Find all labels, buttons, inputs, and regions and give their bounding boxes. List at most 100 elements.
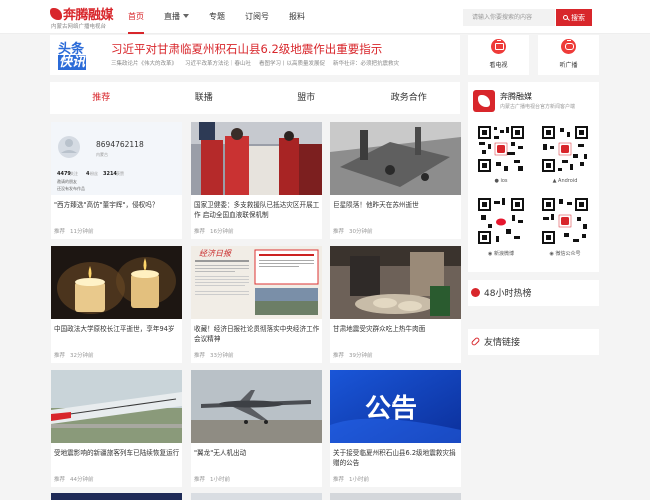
- qr-label-weibo: ◉ 新浪微博: [488, 251, 514, 257]
- article-title: 受地震影响的新疆旅客列车已陆续恢复运行: [54, 449, 180, 457]
- article-card[interactable]: 受地震影响的新疆旅客列车已陆续恢复运行 推荐 44分钟前: [51, 370, 182, 487]
- svg-text:8694762118: 8694762118: [96, 140, 144, 149]
- site-header: 奔腾融媒 内蒙古网络广播电视台 首页 直播 专题 订阅号 报料 搜索: [0, 0, 650, 34]
- article-thumbnail: 8694762118 内蒙古 4479 关注 4 粉丝 3214 获赞 邀请的朋…: [51, 122, 182, 195]
- article-thumbnail: [330, 246, 461, 319]
- headline-sub-link[interactable]: 习近平改革方法论｜春山吐: [185, 61, 251, 67]
- svg-text:粉丝: 粉丝: [90, 170, 98, 176]
- qr-label-ios: ● ios: [494, 178, 508, 184]
- headline-badge: 头条 快讯: [58, 42, 87, 70]
- article-title: "翼龙"无人机出动: [194, 449, 247, 457]
- nav-item-topics[interactable]: 专题: [209, 0, 225, 34]
- article-card[interactable]: 8694762118 内蒙古 4479 关注 4 粉丝 3214 获赞 邀请的朋…: [51, 122, 182, 239]
- tab-government[interactable]: 政务合作: [358, 82, 461, 114]
- article-meta: 推荐 16分钟前: [194, 229, 234, 235]
- app-description: 内蒙古广播电视台官方新闻客户端: [500, 104, 576, 110]
- fire-icon: [471, 288, 480, 297]
- nav-item-live[interactable]: 直播: [164, 0, 189, 34]
- search-input[interactable]: [463, 9, 555, 26]
- article-meta: 推荐 1小时前: [194, 477, 231, 483]
- watch-tv-button[interactable]: 看电视: [468, 35, 529, 75]
- svg-text:内蒙古: 内蒙古: [96, 151, 108, 157]
- article-meta: 推荐 1小时前: [333, 477, 370, 483]
- search-icon: [563, 15, 568, 20]
- svg-text:获赞: 获赞: [116, 170, 124, 176]
- article-card[interactable]: [191, 493, 322, 500]
- headline-sub-link[interactable]: 三集政论片《伟大的改革》: [111, 61, 177, 67]
- article-thumbnail: 经济日报: [191, 246, 322, 319]
- app-logo-icon: [473, 90, 495, 112]
- nav-item-home[interactable]: 首页: [128, 0, 144, 34]
- article-meta: 推荐 39分钟前: [333, 353, 373, 359]
- main-nav: 首页 直播 专题 订阅号 报料: [128, 0, 325, 34]
- headline-title[interactable]: 习近平对甘肃临夏州积石山县6.2级地震作出重要指示: [111, 41, 382, 57]
- svg-text:公告: 公告: [365, 394, 417, 424]
- article-card[interactable]: [51, 493, 182, 500]
- article-card[interactable]: [330, 493, 461, 500]
- radio-icon: [561, 39, 576, 54]
- article-title: 巨星陨落！他昨天在苏州逝世: [333, 201, 419, 209]
- chevron-down-icon: [183, 14, 189, 18]
- article-meta: 推荐 44分钟前: [54, 477, 94, 483]
- hot-list-section[interactable]: 48小时热榜: [468, 280, 599, 306]
- qr-code-ios: [476, 124, 526, 174]
- brand-name: 奔腾融媒: [63, 8, 114, 23]
- article-thumbnail: [191, 493, 322, 500]
- qr-code-weibo: [476, 196, 526, 246]
- search-button[interactable]: 搜索: [556, 9, 592, 26]
- svg-text:还没有发布作品: 还没有发布作品: [57, 185, 85, 191]
- article-title: "西方臻选"高仿"董宇辉"，侵权吗？: [54, 201, 159, 209]
- qr-label-android: ▲ Android: [552, 178, 578, 184]
- app-download-panel: 奔腾融媒 内蒙古广播电视台官方新闻客户端 ● ios ▲ Android ◉ 新…: [468, 82, 599, 272]
- headline-banner: 头条 快讯 习近平对甘肃临夏州积石山县6.2级地震作出重要指示 三集政论片《伟大…: [50, 35, 460, 75]
- link-icon: [470, 336, 481, 347]
- headline-sub-link[interactable]: 看图学习丨以高质量发展促: [259, 61, 325, 67]
- article-title: 国家卫健委：多支救援队已抵达灾区开展工作 启动全国血液联保机制: [194, 201, 320, 219]
- article-card[interactable]: 经济日报 收藏！经济日报社论贯彻落实中央经济工作会议精神 推荐 33分钟前: [191, 246, 322, 363]
- qr-code-android: [540, 124, 590, 174]
- article-card[interactable]: 中国政法大学原校长江平逝世，享年94岁 推荐 32分钟前: [51, 246, 182, 363]
- article-card[interactable]: 巨星陨落！他昨天在苏州逝世 推荐 30分钟前: [330, 122, 461, 239]
- listen-radio-button[interactable]: 听广播: [538, 35, 599, 75]
- article-card[interactable]: 公告 关于接受临夏州积石山县6.2级地震救灾捐赠的公告 推荐 1小时前: [330, 370, 461, 487]
- article-thumbnail: [51, 370, 182, 443]
- category-tabs: 推荐 联播 盟市 政务合作: [50, 82, 460, 114]
- friendly-links-section[interactable]: 友情链接: [468, 329, 599, 355]
- tab-broadcast[interactable]: 联播: [153, 82, 256, 114]
- svg-text:邀请的朋友: 邀请的朋友: [57, 178, 77, 184]
- qr-code-wechat: [540, 196, 590, 246]
- article-meta: 推荐 32分钟前: [54, 353, 94, 359]
- logo-text: 奔腾融媒: [50, 4, 114, 23]
- qr-label-wechat: ◉ 微信公众号: [549, 251, 581, 257]
- article-thumbnail: [330, 122, 461, 195]
- article-meta: 推荐 33分钟前: [194, 353, 234, 359]
- tab-recommended[interactable]: 推荐: [50, 82, 153, 114]
- article-thumbnail: 公告: [330, 370, 461, 443]
- article-meta: 推荐 11分钟前: [54, 229, 94, 235]
- article-card[interactable]: 国家卫健委：多支救援队已抵达灾区开展工作 启动全国血液联保机制 推荐 16分钟前: [191, 122, 322, 239]
- app-name: 奔腾融媒: [500, 92, 532, 101]
- tv-icon: [491, 39, 506, 54]
- article-thumbnail: [51, 246, 182, 319]
- logo-mark-icon: [50, 8, 62, 20]
- article-title: 收藏！经济日报社论贯彻落实中央经济工作会议精神: [194, 325, 320, 343]
- article-meta: 推荐 30分钟前: [333, 229, 373, 235]
- svg-text:关注: 关注: [70, 170, 78, 176]
- article-title: 甘肃地震受灾群众吃上热牛肉面: [333, 325, 426, 333]
- article-card[interactable]: 甘肃地震受灾群众吃上热牛肉面 推荐 39分钟前: [330, 246, 461, 363]
- svg-text:经济日报: 经济日报: [199, 249, 232, 258]
- article-thumbnail: [191, 370, 322, 443]
- site-logo[interactable]: 奔腾融媒 内蒙古网络广播电视台: [50, 4, 116, 32]
- article-thumbnail: [191, 122, 322, 195]
- headline-sub-link[interactable]: 新华社评：必须把抗震救灾: [333, 61, 399, 67]
- article-thumbnail: [51, 493, 182, 500]
- nav-item-report[interactable]: 报料: [289, 0, 305, 34]
- article-thumbnail: [330, 493, 461, 500]
- tab-leagues-cities[interactable]: 盟市: [255, 82, 358, 114]
- logo-subtitle: 内蒙古网络广播电视台: [51, 24, 107, 30]
- article-title: 关于接受临夏州积石山县6.2级地震救灾捐赠的公告: [333, 449, 456, 467]
- nav-item-subscriptions[interactable]: 订阅号: [245, 0, 269, 34]
- article-card[interactable]: "翼龙"无人机出动 推荐 1小时前: [191, 370, 322, 487]
- article-title: 中国政法大学原校长江平逝世，享年94岁: [54, 325, 175, 333]
- headline-sub-links: 三集政论片《伟大的改革》 习近平改革方法论｜春山吐 看图学习丨以高质量发展促 新华社评…: [111, 59, 456, 67]
